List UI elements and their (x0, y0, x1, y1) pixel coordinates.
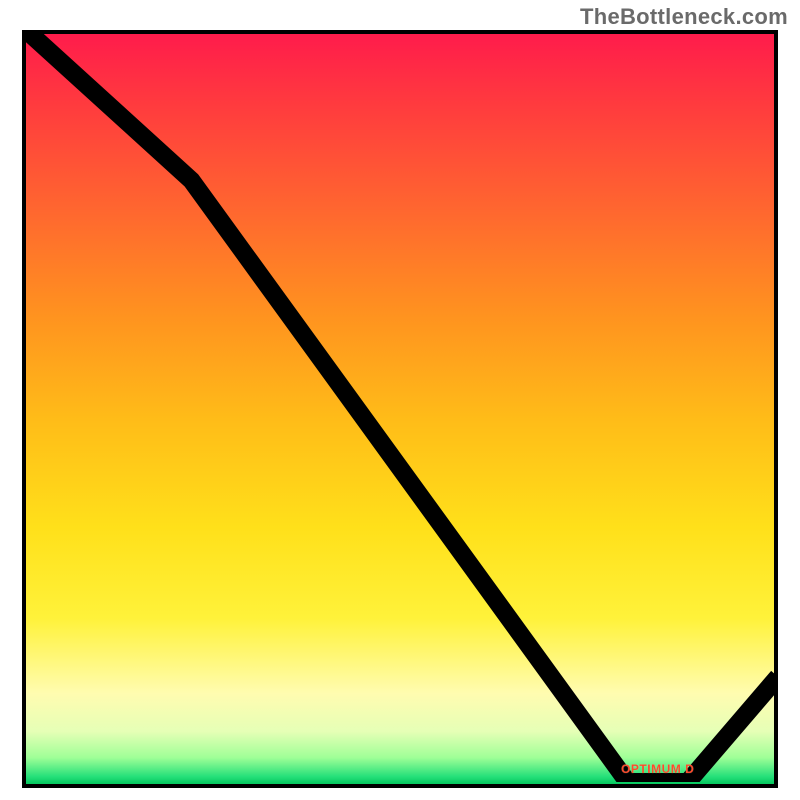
chart-area: OPTIMUM D (22, 30, 778, 788)
line-series (26, 30, 778, 782)
bottleneck-curve-path (26, 30, 778, 782)
optimum-label: OPTIMUM D (621, 762, 694, 776)
attribution-text: TheBottleneck.com (580, 4, 788, 30)
